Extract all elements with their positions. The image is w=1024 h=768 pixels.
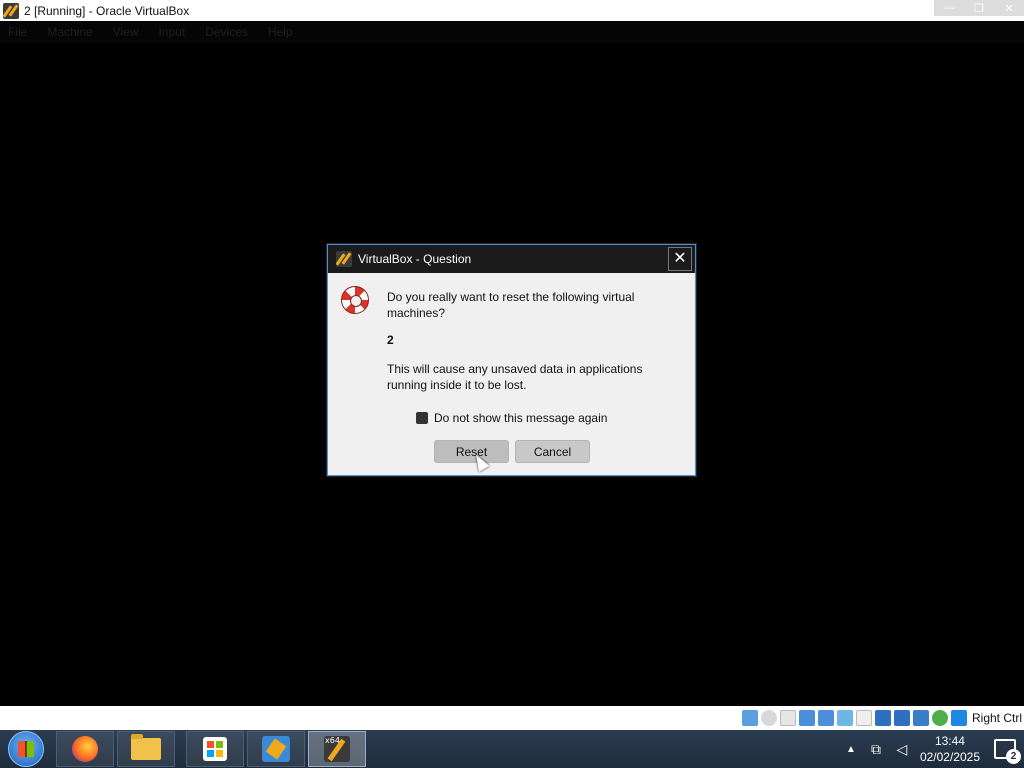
volume-muted-icon[interactable]: ◁ [894, 741, 910, 758]
dialog-warning-text: This will cause any unsaved data in appl… [387, 362, 643, 392]
display-icon[interactable] [874, 710, 891, 726]
taskbar-virtualbox-manager[interactable] [247, 731, 305, 767]
window-controls: — ❐ ✕ [934, 0, 1024, 16]
menu-input[interactable]: Input [159, 25, 186, 39]
menu-help[interactable]: Help [268, 25, 293, 39]
minimize-button[interactable]: — [934, 0, 964, 16]
host-key-label[interactable]: Right Ctrl [972, 711, 1022, 725]
window-title: 2 [Running] - Oracle VirtualBox [24, 3, 190, 18]
menu-file[interactable]: File [8, 25, 27, 39]
file-explorer-icon [131, 734, 161, 760]
virtualbox-manager-icon [262, 736, 290, 762]
desktop: 2 [Running] - Oracle VirtualBox — ❐ ✕ Fi… [0, 0, 1024, 768]
taskbar-microsoft-store[interactable] [186, 731, 244, 767]
menu-view[interactable]: View [113, 25, 139, 39]
usb-icon[interactable] [836, 710, 853, 726]
notification-count-badge: 2 [1006, 749, 1021, 764]
dialog-body: Do you really want to reset the followin… [328, 273, 695, 475]
maximize-button[interactable]: ❐ [964, 0, 994, 16]
virtualbox-icon [336, 251, 352, 267]
dialog-question-text: Do you really want to reset the followin… [387, 290, 635, 320]
taskbar-file-explorer[interactable] [117, 731, 175, 767]
network-status-icon[interactable]: ⧉ [868, 741, 884, 758]
do-not-show-again-option[interactable]: Do not show this message again [416, 411, 607, 425]
shared-folders-icon[interactable] [855, 710, 872, 726]
dialog-title: VirtualBox - Question [358, 252, 472, 266]
vm-statusbar: Right Ctrl [0, 706, 1024, 730]
keyboard-icon[interactable] [950, 710, 967, 726]
video-capture-icon[interactable] [893, 710, 910, 726]
menu-machine[interactable]: Machine [47, 25, 92, 39]
floppy-icon[interactable] [779, 710, 796, 726]
dialog-close-button[interactable]: ✕ [668, 247, 692, 271]
network-icon[interactable] [817, 710, 834, 726]
audio-icon[interactable] [798, 710, 815, 726]
lifebuoy-icon [341, 286, 369, 314]
dialog-titlebar[interactable]: VirtualBox - Question ✕ [328, 245, 695, 273]
clock-date: 02/02/2025 [919, 750, 980, 764]
menu-devices[interactable]: Devices [205, 25, 248, 39]
do-not-show-again-checkbox[interactable] [416, 412, 428, 424]
cpu-icon[interactable] [912, 710, 929, 726]
mouse-integration-icon[interactable] [931, 710, 948, 726]
optical-drive-icon[interactable] [760, 710, 777, 726]
system-tray: ▲ ⧉ ◁ 13:44 02/02/2025 2 [846, 730, 1024, 768]
x64-label: x64 [325, 736, 340, 745]
virtualbox-vm-icon: x64 [324, 736, 350, 762]
taskbar: x64 ▲ ⧉ ◁ 13:44 02/02/2025 2 [0, 730, 1024, 768]
taskbar-virtualbox-vm[interactable]: x64 [308, 731, 366, 767]
virtualbox-icon [3, 2, 19, 19]
cancel-button[interactable]: Cancel [515, 440, 590, 463]
show-hidden-icons-arrow[interactable]: ▲ [846, 744, 856, 755]
action-center-icon[interactable]: 2 [994, 739, 1021, 764]
hard-disk-icon[interactable] [741, 710, 758, 726]
clock[interactable]: 13:44 02/02/2025 [920, 733, 980, 765]
microsoft-store-icon [203, 737, 227, 761]
reset-question-dialog: VirtualBox - Question ✕ Do you really wa… [327, 244, 696, 476]
clock-time: 13:44 [934, 734, 965, 748]
do-not-show-again-label[interactable]: Do not show this message again [434, 411, 607, 425]
firefox-icon [72, 736, 98, 762]
menubar: File Machine View Input Devices Help [0, 21, 1024, 43]
vm-name: 2 [387, 333, 394, 347]
close-button[interactable]: ✕ [994, 0, 1024, 16]
window-titlebar: 2 [Running] - Oracle VirtualBox — ❐ ✕ [0, 0, 1024, 21]
taskbar-firefox[interactable] [56, 731, 114, 767]
start-button[interactable] [8, 731, 44, 767]
